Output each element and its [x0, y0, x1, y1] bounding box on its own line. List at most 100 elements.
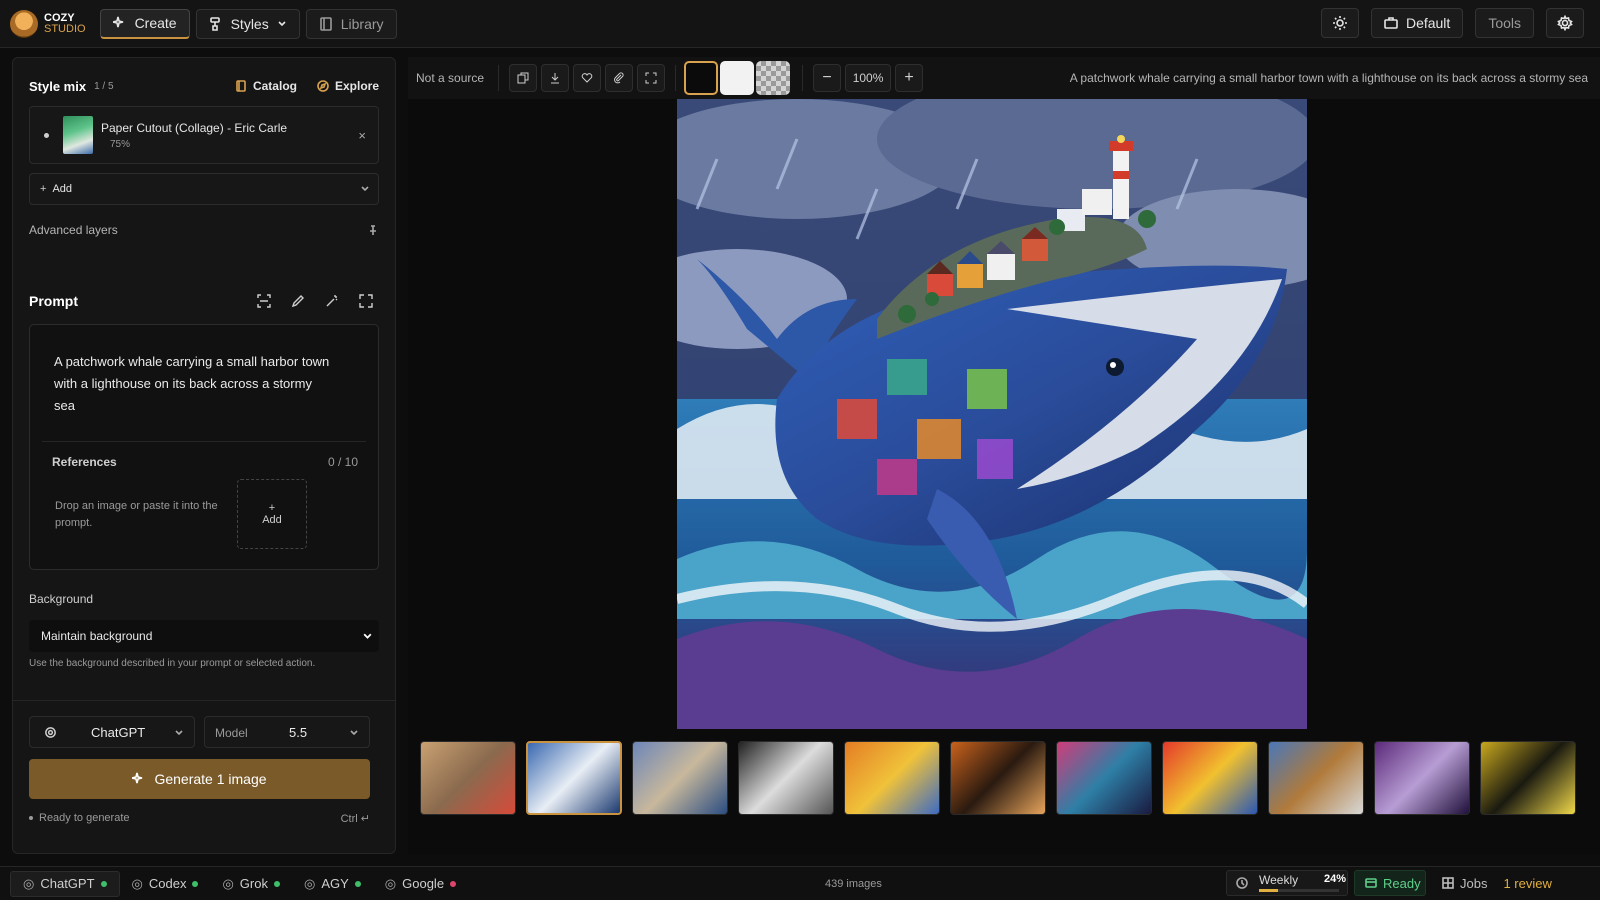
provider-icon: ◎ — [222, 875, 234, 891]
explore-link[interactable]: Explore — [317, 79, 379, 93]
catalog-link[interactable]: Catalog — [235, 79, 297, 93]
thumb-4[interactable] — [738, 741, 834, 815]
gear-icon — [1557, 15, 1573, 31]
download-icon[interactable] — [541, 64, 570, 92]
library-label: Library — [340, 15, 384, 32]
thumb-8[interactable] — [1162, 741, 1258, 815]
divider — [498, 65, 500, 91]
sparkle-icon — [132, 772, 146, 786]
provider-chatgpt[interactable]: ◎ ChatGPT — [10, 870, 120, 897]
fullscreen-icon[interactable] — [637, 64, 666, 92]
settings-button[interactable] — [1546, 8, 1584, 38]
weekly-progress-fill — [1259, 889, 1279, 892]
provider-label: ChatGPT — [40, 876, 95, 891]
remove-style-icon[interactable]: × — [358, 128, 366, 143]
weekly-progress-track — [1259, 889, 1339, 892]
provider-google[interactable]: ◎ Google — [373, 871, 468, 897]
provider-status-dot — [100, 880, 107, 887]
pin-icon[interactable] — [367, 224, 379, 236]
whale-artwork — [677, 99, 1307, 729]
background-selected: Maintain background — [41, 629, 153, 643]
styles-icon — [209, 16, 223, 31]
thumb-3[interactable] — [632, 741, 728, 815]
prompt-textarea[interactable]: A patchwork whale carrying a small harbo… — [54, 351, 334, 417]
zoom-level[interactable]: 100% — [845, 64, 892, 92]
canvas-toolbar: Not a source − 100% + A patchwork whale … — [408, 57, 1600, 99]
create-tab[interactable]: Create — [99, 8, 190, 39]
drag-handle[interactable] — [44, 132, 49, 138]
layers-icon — [1365, 877, 1377, 889]
provider-label: ChatGPT — [91, 725, 146, 740]
left-panel: Style mix 1 / 5 Catalog Explore Paper Cu… — [12, 57, 396, 854]
status-bar: ◎ ChatGPT ◎ Codex ◎ Grok ◎ AGY ◎ Google 439 image… — [0, 866, 1600, 900]
review-count[interactable]: 1 review — [1503, 876, 1551, 891]
weekly-usage[interactable]: Weekly 24% — [1226, 870, 1348, 896]
thumb-5[interactable] — [844, 741, 940, 815]
provider-label: Codex — [148, 876, 187, 891]
chevron-down-icon — [362, 631, 373, 642]
model-select[interactable]: Model 5.5 — [204, 716, 370, 748]
provider-icon: ◎ — [384, 875, 397, 891]
divider — [13, 700, 395, 701]
provider-icon: ◎ — [131, 875, 143, 891]
advanced-layers-row[interactable]: Advanced layers — [29, 222, 379, 238]
tools-button[interactable]: Tools — [1475, 8, 1534, 38]
generate-button[interactable]: Generate 1 image — [29, 759, 370, 799]
app-logo[interactable]: COZY STUDIO — [10, 9, 86, 38]
library-icon — [319, 16, 333, 31]
thumb-9[interactable] — [1268, 741, 1364, 815]
magic-wand-icon[interactable] — [319, 288, 345, 314]
thumb-1[interactable] — [420, 741, 516, 815]
provider-status-dot — [450, 880, 457, 887]
divider — [675, 65, 677, 91]
divider — [42, 441, 366, 442]
thumb-11[interactable] — [1480, 741, 1576, 815]
source-label: Not a source — [416, 71, 485, 85]
add-style-dropdown[interactable]: + Add — [29, 173, 379, 205]
provider-grok[interactable]: ◎ Grok — [210, 871, 292, 897]
background-select[interactable]: Maintain background — [29, 620, 379, 652]
style-mix-item[interactable]: Paper Cutout (Collage) - Eric Carle 75% … — [29, 106, 379, 164]
workspace-default-button[interactable]: Default — [1370, 8, 1464, 38]
prompt-title: Prompt — [29, 293, 78, 309]
thumbnail-strip — [420, 741, 1588, 815]
scan-icon[interactable] — [251, 288, 277, 314]
explore-label: Explore — [334, 79, 379, 93]
style-mix-count: 1 / 5 — [94, 80, 114, 92]
divider — [802, 65, 804, 91]
add-reference-label: Add — [262, 514, 282, 526]
provider-agy[interactable]: ◎ AGY — [292, 871, 373, 897]
thumb-10[interactable] — [1374, 741, 1470, 815]
book-icon — [235, 80, 247, 92]
theme-toggle-button[interactable] — [1320, 8, 1359, 38]
bg-swatch-white[interactable] — [720, 61, 755, 95]
openai-icon — [44, 726, 57, 739]
library-tab[interactable]: Library — [305, 8, 397, 39]
prompt-header: Prompt — [29, 288, 379, 314]
zoom-in-button[interactable]: + — [895, 64, 924, 92]
ready-label: Ready — [1383, 875, 1421, 891]
jobs-button[interactable]: Jobs 1 review — [1436, 870, 1552, 896]
provider-status-dot — [192, 880, 199, 887]
expand-icon[interactable] — [353, 288, 379, 314]
add-reference-button[interactable]: + Add — [237, 479, 307, 549]
bg-swatch-transparent[interactable] — [756, 61, 791, 95]
heart-icon[interactable] — [573, 64, 602, 92]
ready-status[interactable]: Ready — [1354, 870, 1426, 896]
pencil-icon[interactable] — [285, 288, 311, 314]
styles-tab[interactable]: Styles — [195, 8, 300, 39]
thumb-6[interactable] — [950, 741, 1046, 815]
zoom-out-button[interactable]: − — [813, 64, 842, 92]
paperclip-icon[interactable] — [605, 64, 634, 92]
thumb-2[interactable] — [526, 741, 622, 815]
provider-select[interactable]: ChatGPT — [29, 716, 195, 748]
thumb-7[interactable] — [1056, 741, 1152, 815]
style-thumbnail — [63, 116, 93, 154]
copy-icon[interactable] — [509, 64, 538, 92]
logo-line-1: COZY — [44, 11, 75, 24]
provider-codex[interactable]: ◎ Codex — [120, 871, 211, 897]
briefcase-icon — [1384, 16, 1398, 30]
bg-swatch-black[interactable] — [684, 61, 719, 95]
generated-image[interactable] — [677, 99, 1307, 729]
minus-icon: − — [822, 69, 832, 86]
